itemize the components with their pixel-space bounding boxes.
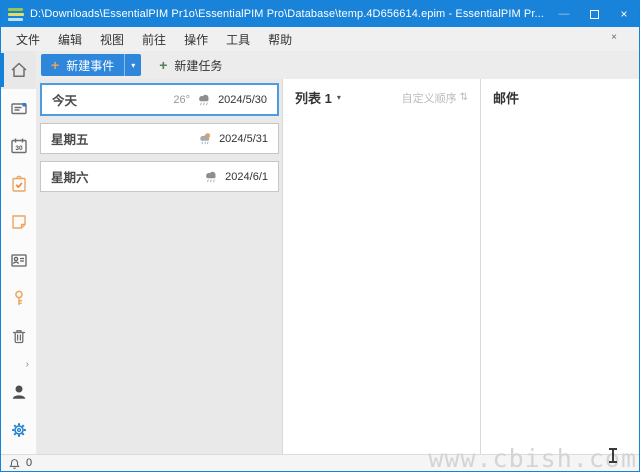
temperature-label: 26° — [173, 94, 190, 106]
notification-count: 0 — [26, 457, 32, 469]
plus-icon: + — [159, 58, 167, 72]
calendar-icon: 30 — [9, 136, 29, 156]
passwords-key-icon — [9, 288, 29, 308]
notes-icon — [9, 212, 29, 232]
menu-help[interactable]: 帮助 — [259, 28, 301, 51]
window-title: D:\Downloads\EssentialPIM Pr1o\Essential… — [30, 8, 549, 20]
mail-message-icon — [9, 98, 29, 118]
rain-cloud-icon — [202, 170, 220, 184]
menu-bar: 文件 编辑 视图 前往 操作 工具 帮助 × — [1, 27, 639, 51]
sort-order-label: 自定义顺序 — [402, 90, 457, 106]
sidebar-item-notes[interactable] — [1, 203, 36, 241]
sidebar-item-trash[interactable] — [1, 317, 36, 355]
sidebar-item-home[interactable] — [1, 51, 36, 89]
date-label: 2024/5/30 — [218, 94, 267, 106]
menu-actions[interactable]: 操作 — [175, 28, 217, 51]
minimize-button[interactable]: — — [549, 1, 579, 27]
day-label: 星期五 — [51, 129, 196, 148]
rain-cloud-icon — [195, 93, 213, 107]
close-button[interactable]: × — [609, 1, 639, 27]
title-bar: D:\Downloads\EssentialPIM Pr1o\Essential… — [1, 1, 639, 27]
day-card-friday[interactable]: 星期五 2024/5/31 — [40, 123, 279, 154]
menu-view[interactable]: 视图 — [91, 28, 133, 51]
sidebar-item-contacts[interactable] — [1, 241, 36, 279]
sort-order-control[interactable]: 自定义顺序 ⇅ — [402, 90, 468, 106]
maximize-button[interactable] — [579, 1, 609, 27]
mouse-cursor-ibeam — [609, 448, 617, 463]
date-label: 2024/6/1 — [225, 171, 268, 183]
toolbar: + 新建事件 ▾ + 新建任务 — [37, 51, 639, 79]
list-title-label: 列表 1 — [295, 88, 332, 107]
menu-tools[interactable]: 工具 — [217, 28, 259, 51]
svg-text:30: 30 — [15, 145, 23, 152]
day-card-saturday[interactable]: 星期六 2024/6/1 — [40, 161, 279, 192]
date-label: 2024/5/31 — [219, 133, 268, 145]
menu-go[interactable]: 前往 — [133, 28, 175, 51]
sidebar-item-user[interactable] — [1, 373, 36, 411]
sidebar-expand-chevron-icon[interactable]: › — [1, 355, 36, 373]
mail-panel-title: 邮件 — [493, 88, 627, 107]
sidebar-nav: 30 — [1, 51, 37, 454]
sidebar-item-mail[interactable] — [1, 89, 36, 127]
sidebar-item-settings[interactable] — [1, 411, 36, 449]
list-selector-dropdown[interactable]: 列表 1 ▾ — [295, 88, 341, 107]
contacts-card-icon — [9, 250, 29, 270]
day-label: 今天 — [52, 90, 173, 109]
app-logo-icon — [8, 8, 24, 21]
sidebar-item-passwords[interactable] — [1, 279, 36, 317]
status-bar: 0 — [1, 454, 639, 471]
new-event-split-button[interactable]: + 新建事件 ▾ — [41, 54, 141, 76]
menu-edit[interactable]: 编辑 — [49, 28, 91, 51]
sort-arrows-icon: ⇅ — [460, 92, 468, 103]
sidebar-item-tasks[interactable] — [1, 165, 36, 203]
new-event-dropdown-arrow[interactable]: ▾ — [124, 54, 141, 76]
notifications-bell-icon[interactable] — [8, 457, 21, 470]
menu-file[interactable]: 文件 — [7, 28, 49, 51]
new-task-button[interactable]: + 新建任务 — [155, 57, 226, 74]
day-label: 星期六 — [51, 167, 202, 186]
tasks-clipboard-icon — [9, 174, 29, 194]
sun-rain-cloud-icon — [196, 132, 214, 146]
day-card-today[interactable]: 今天 26° 2024/5/30 — [40, 83, 279, 116]
events-day-list: 今天 26° 2024/5/30 星期五 — [37, 79, 282, 454]
chevron-down-icon: ▾ — [337, 93, 341, 102]
settings-gear-icon — [9, 420, 29, 440]
plus-icon: + — [51, 58, 59, 72]
menubar-close-icon[interactable]: × — [611, 32, 617, 43]
new-event-label: 新建事件 — [66, 57, 114, 74]
user-icon — [9, 382, 29, 402]
task-list-panel: 列表 1 ▾ 自定义顺序 ⇅ — [282, 79, 480, 454]
new-task-label: 新建任务 — [174, 57, 222, 74]
mail-panel: 邮件 — [480, 79, 639, 454]
maximize-icon — [590, 10, 599, 19]
trash-icon — [9, 326, 29, 346]
app-window: D:\Downloads\EssentialPIM Pr1o\Essential… — [0, 0, 640, 472]
sidebar-item-calendar[interactable]: 30 — [1, 127, 36, 165]
home-icon — [9, 60, 29, 80]
